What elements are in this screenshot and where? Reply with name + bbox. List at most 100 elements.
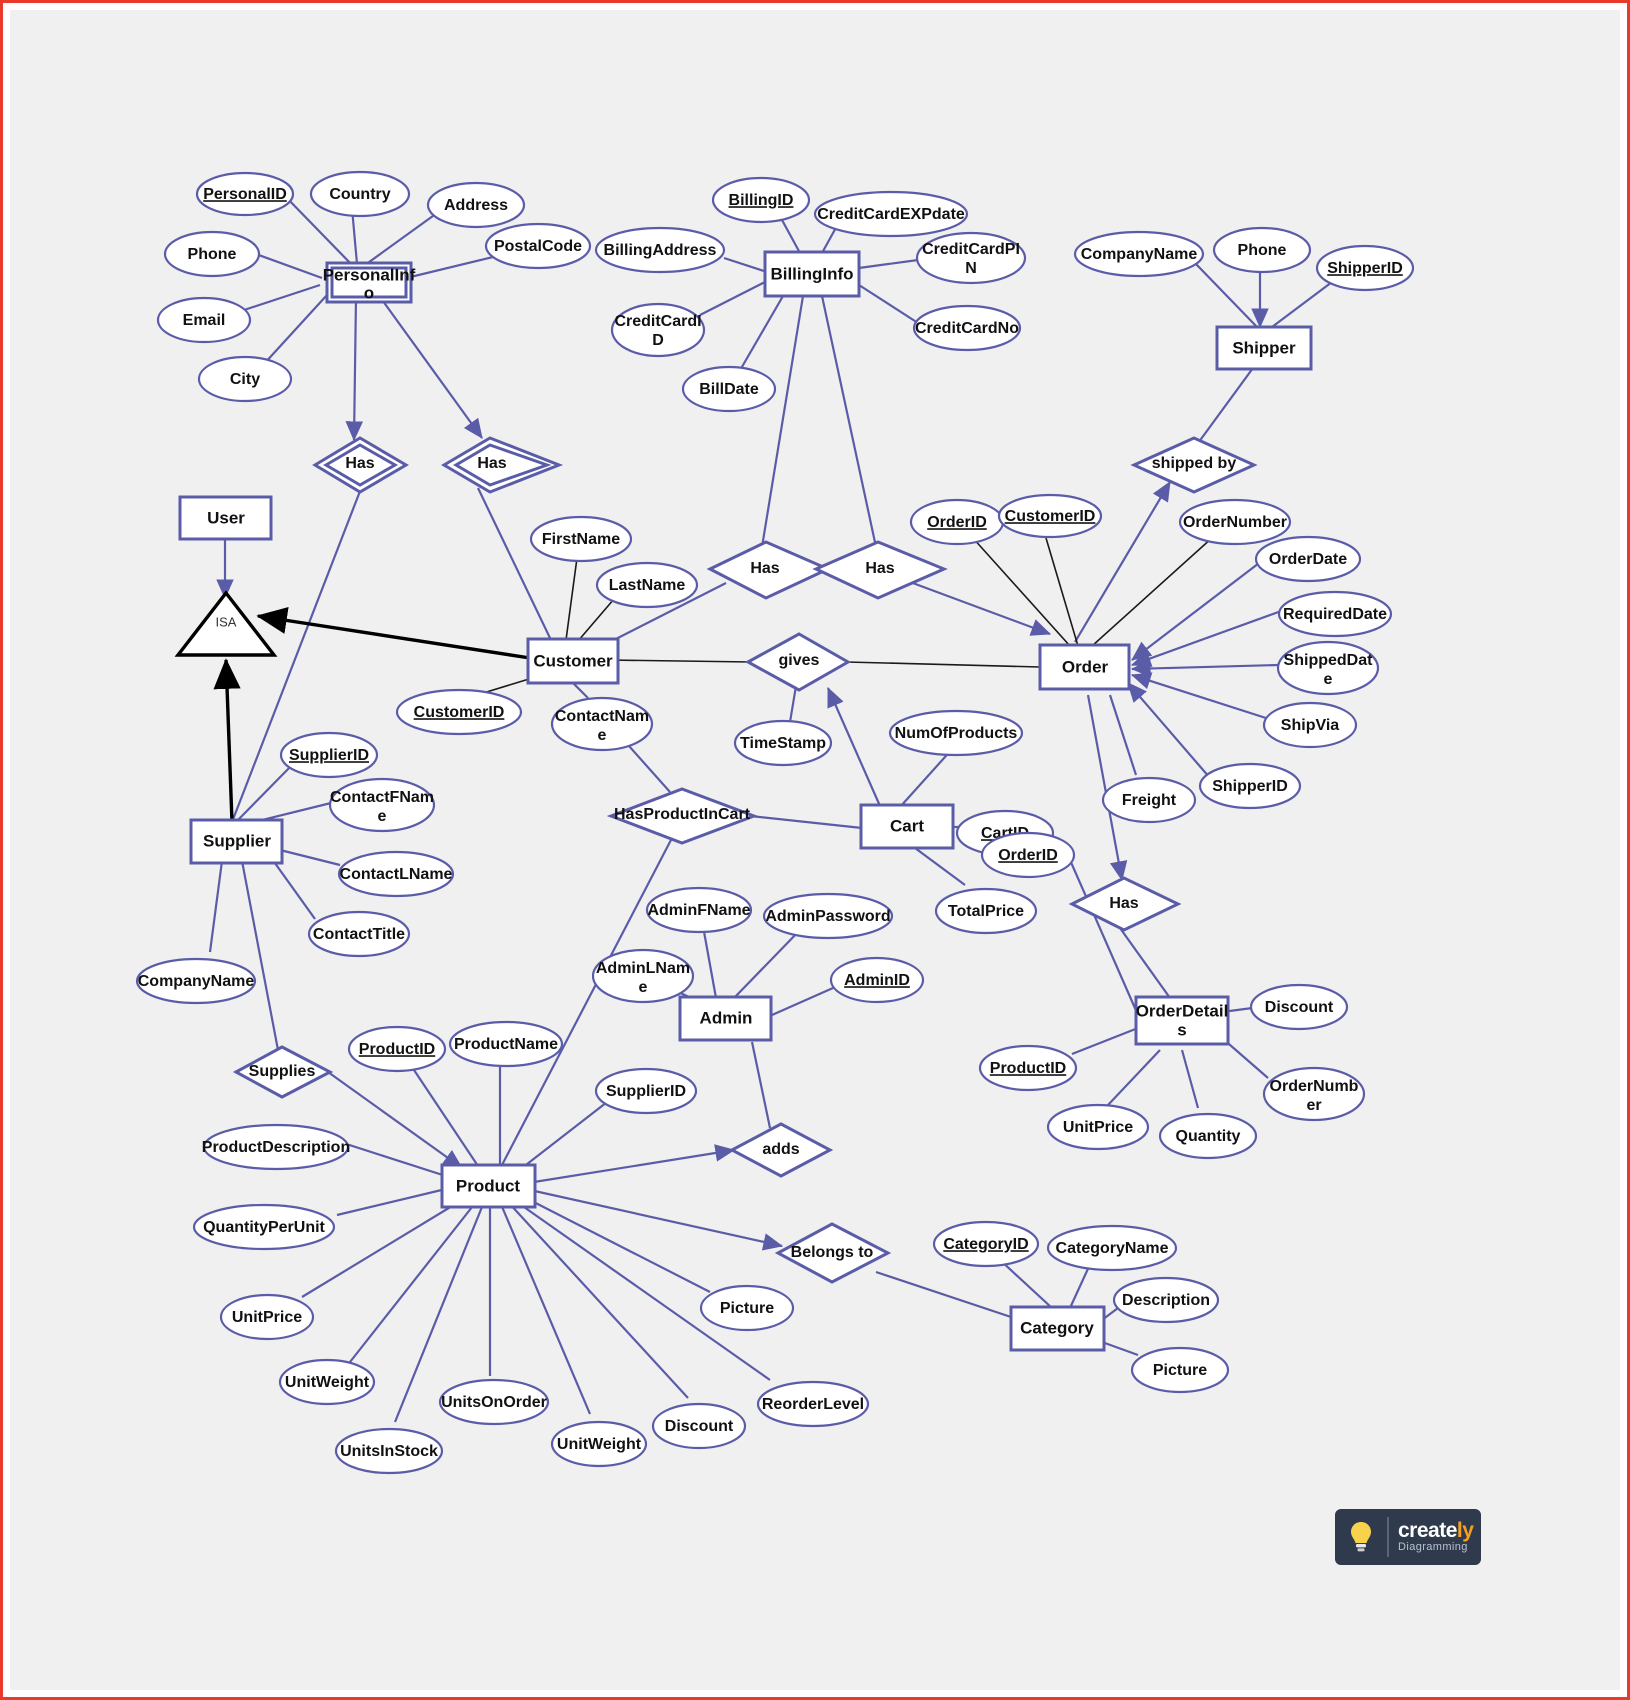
attribute-product-supplierid-label: SupplierID [606,1083,686,1100]
attribute-product-unitprice[interactable]: UnitPrice [219,1293,315,1341]
attribute-billingid[interactable]: BillingID [711,176,811,224]
relationship-shipped-by[interactable]: shipped by [1130,436,1258,494]
attribute-contactname[interactable]: ContactNam e [550,696,654,752]
attribute-shipper-companyname[interactable]: CompanyName [1073,230,1205,278]
edge-supplier-companyname [208,860,224,953]
attribute-categoryname[interactable]: CategoryName [1046,1224,1178,1272]
relationship-gives[interactable]: gives [744,632,852,692]
attribute-od-discount[interactable]: Discount [1249,983,1349,1031]
attribute-phone-personal[interactable]: Phone [163,230,261,278]
attribute-od-unitprice[interactable]: UnitPrice [1046,1103,1150,1151]
attribute-creditcardexpdate[interactable]: CreditCardEXPdate [813,190,969,238]
entity-admin[interactable]: Admin [678,995,773,1042]
attribute-firstname[interactable]: FirstName [529,515,633,563]
attribute-creditcardpin[interactable]: CreditCardPI N [915,231,1027,285]
attribute-creditcardno[interactable]: CreditCardNo [912,304,1022,352]
edge-belongsto-category [875,1270,1021,1322]
attribute-billingaddress[interactable]: BillingAddress [594,226,726,274]
attribute-product-picture[interactable]: Picture [699,1284,795,1332]
attribute-contactfname[interactable]: ContactFNam e [328,777,436,833]
attribute-od-quantity[interactable]: Quantity [1158,1112,1258,1160]
attribute-order-orderdate[interactable]: OrderDate [1254,535,1362,583]
attribute-supplierid[interactable]: SupplierID [279,731,379,779]
relationship-has-personal-supplier[interactable]: Has [441,436,564,494]
attribute-category-picture[interactable]: Picture [1130,1346,1230,1394]
attribute-order-ordernumber[interactable]: OrderNumber [1178,498,1292,546]
attribute-reorderlevel[interactable]: ReorderLevel [756,1380,870,1428]
relationship-has-order-billing[interactable]: Has [812,540,948,600]
attribute-productdescription[interactable]: ProductDescription [202,1123,350,1171]
attribute-shipper-phone[interactable]: Phone [1212,226,1312,274]
attribute-contacttitle[interactable]: ContactTitle [307,910,411,958]
attribute-contactlname[interactable]: ContactLName [337,850,455,898]
attribute-adminlname[interactable]: AdminLNam e [591,948,695,1004]
attribute-od-productid[interactable]: ProductID [978,1044,1078,1092]
entity-personalinfo[interactable]: PersonalInf o [323,261,416,304]
creately-logo[interactable]: creately Diagramming [1335,1509,1481,1565]
attribute-personalid[interactable]: PersonalID [195,171,295,217]
attribute-product-discount[interactable]: Discount [651,1402,747,1450]
attribute-quantityperunit[interactable]: QuantityPerUnit [192,1203,336,1251]
attribute-order-shippeddate[interactable]: ShippedDat e [1276,640,1380,696]
attribute-order-requireddate[interactable]: RequiredDate [1277,590,1393,638]
attribute-productid[interactable]: ProductID [347,1025,447,1073]
relationship-supplies[interactable]: Supplies [232,1045,334,1099]
edge-gives-order [845,661,1041,668]
attribute-product-unitweight-2[interactable]: UnitWeight [550,1420,648,1468]
attribute-unitsinstock[interactable]: UnitsInStock [334,1427,444,1475]
relationship-has-customer-billing[interactable]: Has [706,540,832,600]
entity-user[interactable]: User [178,495,273,541]
attribute-timestamp[interactable]: TimeStamp [733,719,833,767]
attribute-adminpassword[interactable]: AdminPassword [762,892,894,940]
attribute-country[interactable]: Country [309,170,411,218]
attribute-address[interactable]: Address [426,181,526,229]
entity-order[interactable]: Order [1038,643,1131,691]
attribute-order-freight[interactable]: Freight [1101,776,1197,824]
attribute-supplier-companyname[interactable]: CompanyName [135,957,257,1005]
entity-cart[interactable]: Cart [859,803,955,850]
attribute-od-orderid[interactable]: OrderID [980,831,1076,879]
relationship-has-product-in-cart[interactable]: HasProductInCart [606,787,759,845]
attribute-shipper-shipperid[interactable]: ShipperID [1315,244,1415,292]
attribute-order-shipperid[interactable]: ShipperID [1198,762,1302,810]
entity-orderdetails[interactable]: OrderDetail s [1134,995,1230,1046]
attribute-lastname[interactable]: LastName [595,561,699,609]
attribute-order-customerid[interactable]: CustomerID [997,493,1103,539]
attribute-email[interactable]: Email [156,296,252,344]
attribute-product-unitweight-1[interactable]: UnitWeight [278,1358,376,1406]
attribute-product-supplierid[interactable]: SupplierID [594,1067,698,1115]
attribute-order-shipvia[interactable]: ShipVia [1262,701,1358,749]
attribute-creditcardid[interactable]: CreditCardI D [610,302,706,358]
entity-product[interactable]: Product [440,1163,537,1209]
attribute-order-orderid[interactable]: OrderID [909,498,1005,546]
relationship-has-order-orderdetails[interactable]: Has [1068,876,1182,932]
attribute-od-orderid-label: OrderID [998,847,1058,864]
relationship-has-personal-customer[interactable]: Has [312,436,409,494]
attribute-unitsonorder[interactable]: UnitsOnOrder [438,1378,550,1426]
edge-order-freight [1108,694,1138,776]
isa-triangle[interactable]: ISA [174,590,278,657]
relationship-adds[interactable]: adds [728,1122,834,1178]
attribute-totalprice[interactable]: TotalPrice [934,887,1038,935]
attribute-category-description[interactable]: Description [1112,1276,1220,1324]
rel-shippedby-label: shipped by [1152,455,1237,472]
attribute-billdate[interactable]: BillDate [681,365,777,413]
entity-billinginfo[interactable]: BillingInfo [763,250,861,298]
relationship-belongs-to[interactable]: Belongs to [774,1222,892,1284]
entity-supplier[interactable]: Supplier [189,818,284,865]
attribute-customer-customerid[interactable]: CustomerID [395,688,523,736]
attribute-postalcode[interactable]: PostalCode [484,222,592,270]
attribute-od-ordernumber[interactable]: OrderNumb er [1262,1066,1366,1122]
diagram-canvas[interactable]: PersonalInf o BillingInfo Shipper User C… [10,10,1620,1690]
attribute-city[interactable]: City [197,355,293,403]
attribute-adminfname[interactable]: AdminFName [645,886,753,934]
attribute-contactname-label-2: e [598,727,607,744]
entity-category[interactable]: Category [1009,1305,1106,1352]
attribute-adminid[interactable]: AdminID [829,956,925,1004]
attribute-numofproducts[interactable]: NumOfProducts [888,709,1024,757]
entity-customer[interactable]: Customer [526,637,620,685]
entity-shipper[interactable]: Shipper [1215,325,1313,371]
attribute-productname[interactable]: ProductName [448,1020,564,1068]
attribute-categoryid[interactable]: CategoryID [932,1220,1040,1268]
er-diagram-svg[interactable]: PersonalInf o BillingInfo Shipper User C… [10,10,1620,1690]
